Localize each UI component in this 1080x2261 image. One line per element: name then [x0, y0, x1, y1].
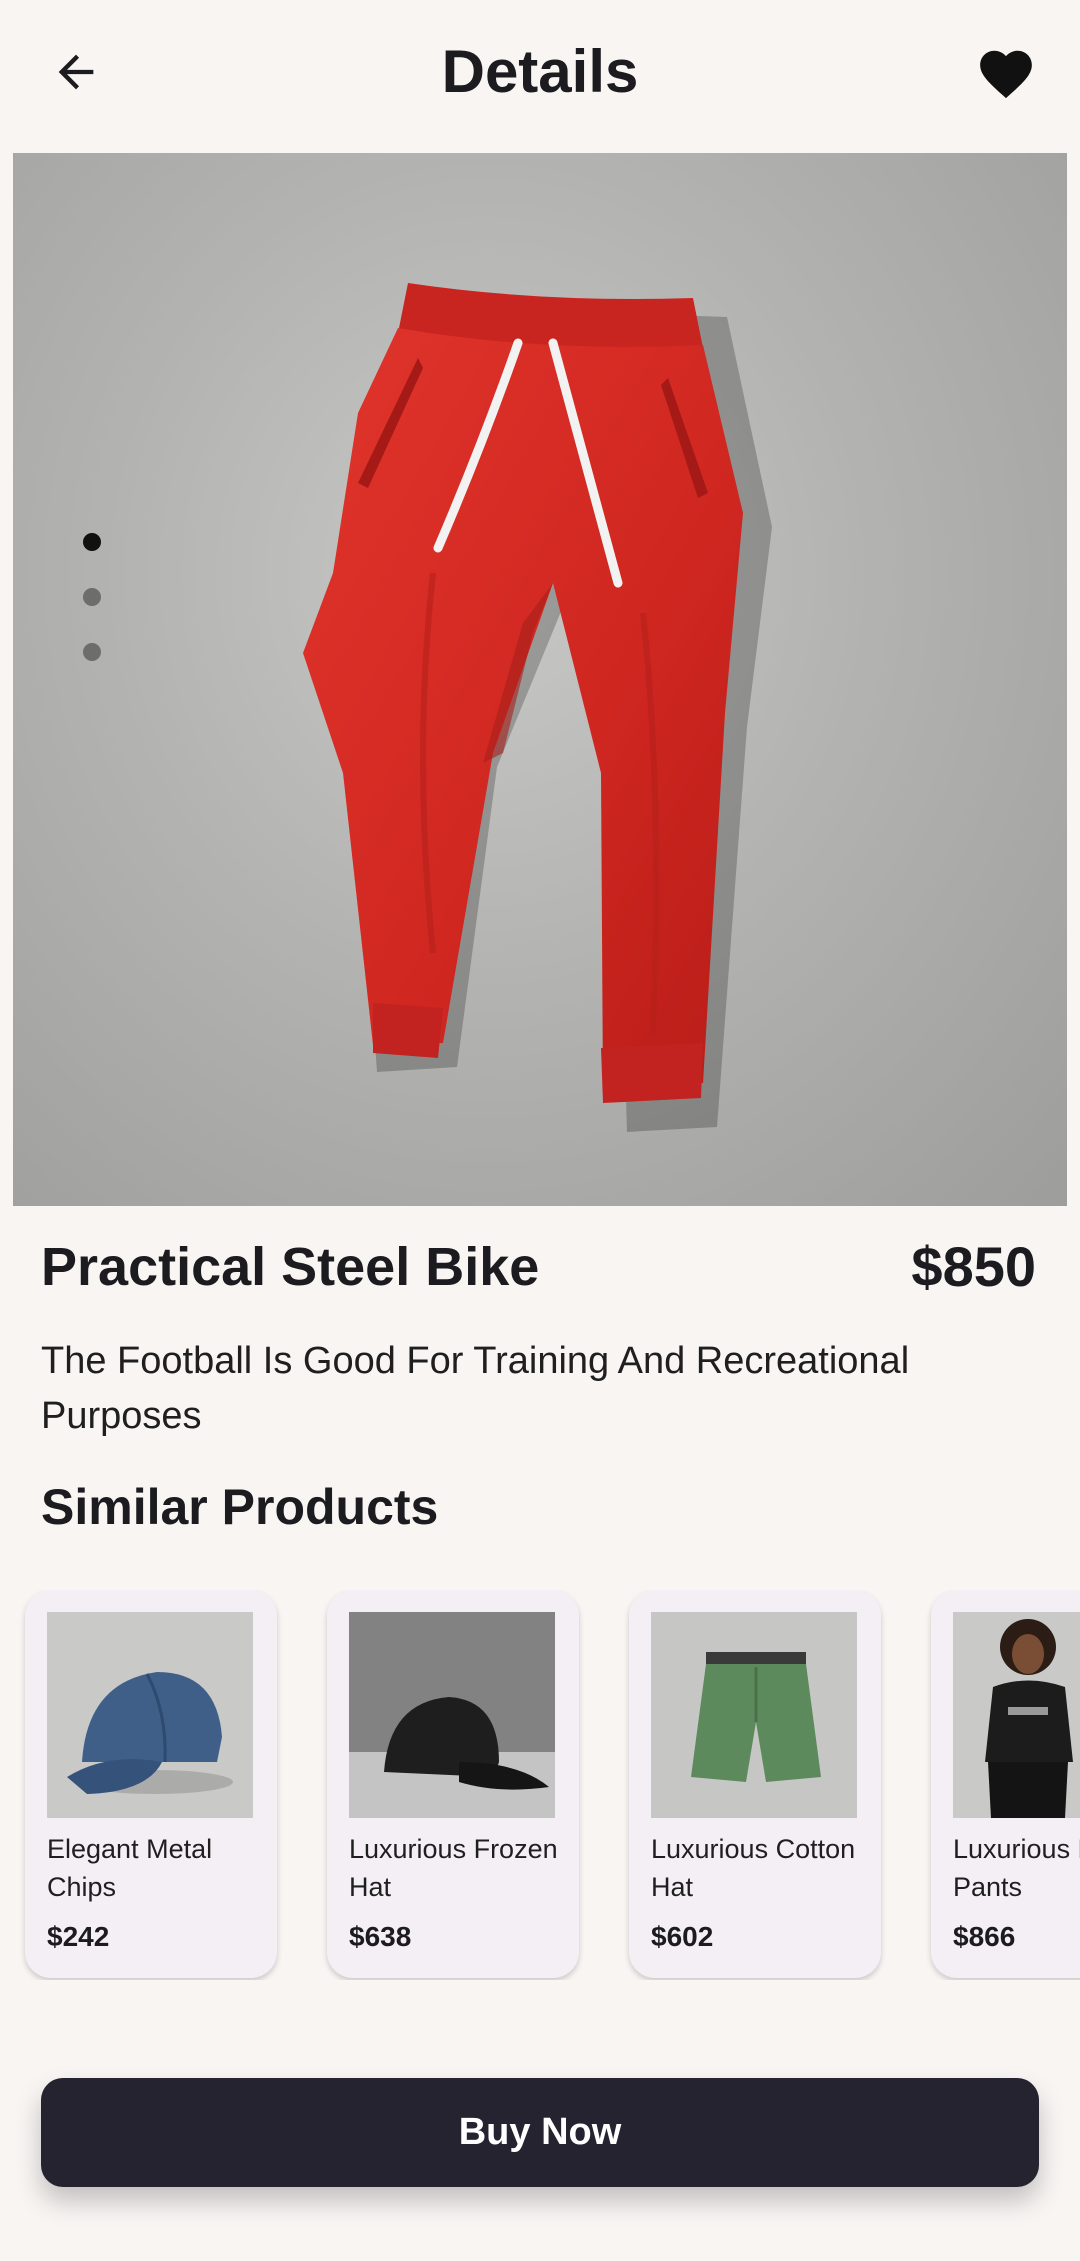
similar-product-card[interactable]: Luxurious Cotton Hat $602 — [629, 1590, 881, 1978]
similar-product-name: Luxurious Rubber Pants — [953, 1834, 1080, 1902]
similar-product-price: $638 — [349, 1921, 412, 1952]
similar-product-card[interactable]: Luxurious Rubber Pants $866 — [931, 1590, 1080, 1978]
product-price: $850 — [911, 1235, 1036, 1298]
product-description: The Football Is Good For Training And Re… — [41, 1340, 910, 1437]
red-sweatpants-photo — [303, 283, 772, 1132]
carousel-dot-2[interactable] — [83, 588, 101, 606]
app-bar: Details — [0, 0, 1080, 152]
similar-products-list[interactable]: Elegant Metal Chips $242 Luxurious Froze… — [0, 1590, 1080, 1980]
black-tshirt-model-photo — [953, 1612, 1080, 1818]
product-image-carousel[interactable] — [13, 153, 1067, 1206]
similar-product-name: Elegant Metal Chips — [47, 1834, 213, 1902]
carousel-indicator — [79, 533, 105, 698]
similar-product-card[interactable]: Elegant Metal Chips $242 — [25, 1590, 277, 1978]
product-name: Practical Steel Bike — [41, 1237, 540, 1297]
green-shorts-photo — [651, 1612, 857, 1818]
buy-now-button[interactable]: Buy Now — [41, 2078, 1039, 2187]
favorite-button[interactable] — [970, 38, 1042, 110]
black-cap-photo — [349, 1612, 555, 1818]
similar-products-heading: Similar Products — [41, 1479, 439, 1535]
similar-product-price: $242 — [47, 1921, 110, 1952]
page-title: Details — [441, 38, 639, 105]
carousel-dot-3[interactable] — [83, 643, 101, 661]
blue-cap-photo — [47, 1612, 253, 1818]
similar-product-name: Luxurious Cotton Hat — [651, 1834, 856, 1902]
similar-product-price: $866 — [953, 1921, 1016, 1952]
similar-product-price: $602 — [651, 1921, 714, 1952]
similar-product-name: Luxurious Frozen Hat — [349, 1834, 558, 1902]
carousel-dot-1[interactable] — [83, 533, 101, 551]
similar-product-card[interactable]: Luxurious Frozen Hat $638 — [327, 1590, 579, 1978]
heart-filled-icon — [980, 50, 1032, 99]
